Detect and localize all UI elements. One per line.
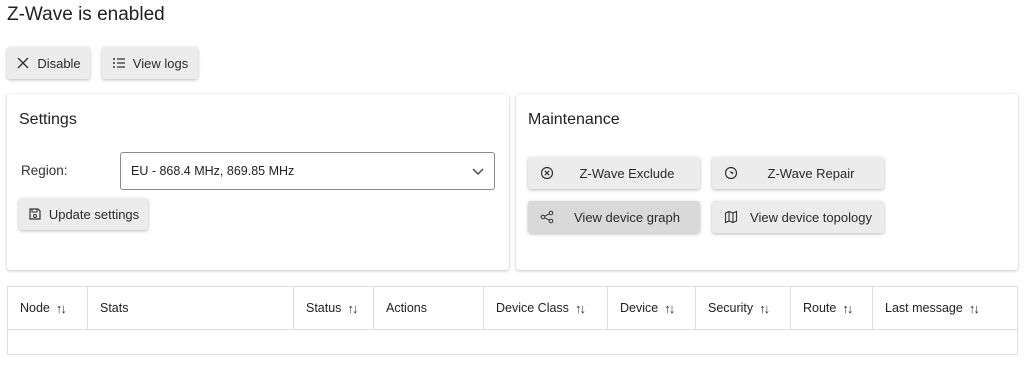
sort-icon: ↑↓: [664, 300, 675, 316]
maintenance-card: Maintenance Z-Wave Exclude Z-Wave Repair: [516, 94, 1018, 270]
sort-icon: ↑↓: [55, 300, 67, 316]
view-device-topology-label: View device topology: [750, 209, 872, 225]
view-device-graph-button[interactable]: View device graph: [528, 201, 700, 233]
update-settings-button[interactable]: Update settings: [19, 198, 148, 230]
column-header-route-label: Route: [803, 301, 837, 315]
column-header-status[interactable]: Status ↑↓: [294, 287, 374, 329]
view-device-topology-button[interactable]: View device topology: [712, 201, 884, 233]
column-header-actions-label: Actions: [386, 301, 427, 315]
column-header-device-class-label: Device Class: [496, 301, 569, 315]
zwave-repair-button[interactable]: Z-Wave Repair: [712, 157, 884, 189]
column-header-last-message[interactable]: Last message ↑↓: [873, 287, 1017, 329]
zwave-repair-label: Z-Wave Repair: [767, 165, 855, 181]
list-icon: [112, 56, 126, 70]
nodes-table: Node ↑↓ Stats Status ↑↓ Actions Device C…: [7, 286, 1018, 355]
table-header: Node ↑↓ Stats Status ↑↓ Actions Device C…: [8, 287, 1017, 330]
column-header-device[interactable]: Device ↑↓: [608, 287, 696, 329]
table-body: [8, 330, 1017, 354]
sort-icon: ↑↓: [347, 300, 358, 316]
column-header-route[interactable]: Route ↑↓: [791, 287, 873, 329]
column-header-security[interactable]: Security ↑↓: [696, 287, 791, 329]
disable-button-label: Disable: [37, 55, 81, 71]
region-select-value: EU - 868.4 MHz, 869.85 MHz: [131, 164, 295, 178]
repair-icon: [724, 166, 738, 180]
zwave-exclude-label: Z-Wave Exclude: [579, 165, 675, 181]
disable-button[interactable]: Disable: [7, 47, 90, 79]
column-header-node[interactable]: Node ↑↓: [8, 287, 88, 329]
close-icon: [16, 56, 30, 70]
chevron-down-icon: [472, 168, 484, 175]
zwave-exclude-button[interactable]: Z-Wave Exclude: [528, 157, 700, 189]
page-title: Z-Wave is enabled: [7, 4, 165, 25]
save-icon: [28, 207, 42, 221]
sort-icon: ↑↓: [759, 300, 770, 316]
map-icon: [724, 210, 738, 224]
maintenance-title: Maintenance: [528, 111, 620, 128]
view-logs-button-label: View logs: [132, 55, 189, 71]
sort-icon: ↑↓: [968, 300, 980, 316]
view-device-graph-label: View device graph: [574, 209, 680, 225]
column-header-node-label: Node: [20, 301, 50, 315]
column-header-security-label: Security: [708, 301, 754, 315]
column-header-device-class[interactable]: Device Class ↑↓: [484, 287, 608, 329]
region-label: Region:: [21, 163, 68, 178]
settings-card: Settings Region: EU - 868.4 MHz, 869.85 …: [7, 94, 509, 270]
sort-icon: ↑↓: [842, 300, 853, 316]
region-select[interactable]: EU - 868.4 MHz, 869.85 MHz: [120, 152, 495, 190]
column-header-stats-label: Stats: [100, 301, 129, 315]
settings-title: Settings: [19, 111, 77, 128]
share-graph-icon: [540, 210, 554, 224]
sort-icon: ↑↓: [574, 300, 586, 316]
circle-x-icon: [540, 166, 554, 180]
column-header-stats: Stats: [88, 287, 294, 329]
view-logs-button[interactable]: View logs: [102, 47, 198, 79]
column-header-actions: Actions: [374, 287, 484, 329]
column-header-status-label: Status: [306, 301, 342, 315]
column-header-device-label: Device: [620, 301, 659, 315]
column-header-last-message-label: Last message: [885, 301, 963, 315]
update-settings-label: Update settings: [48, 206, 140, 222]
